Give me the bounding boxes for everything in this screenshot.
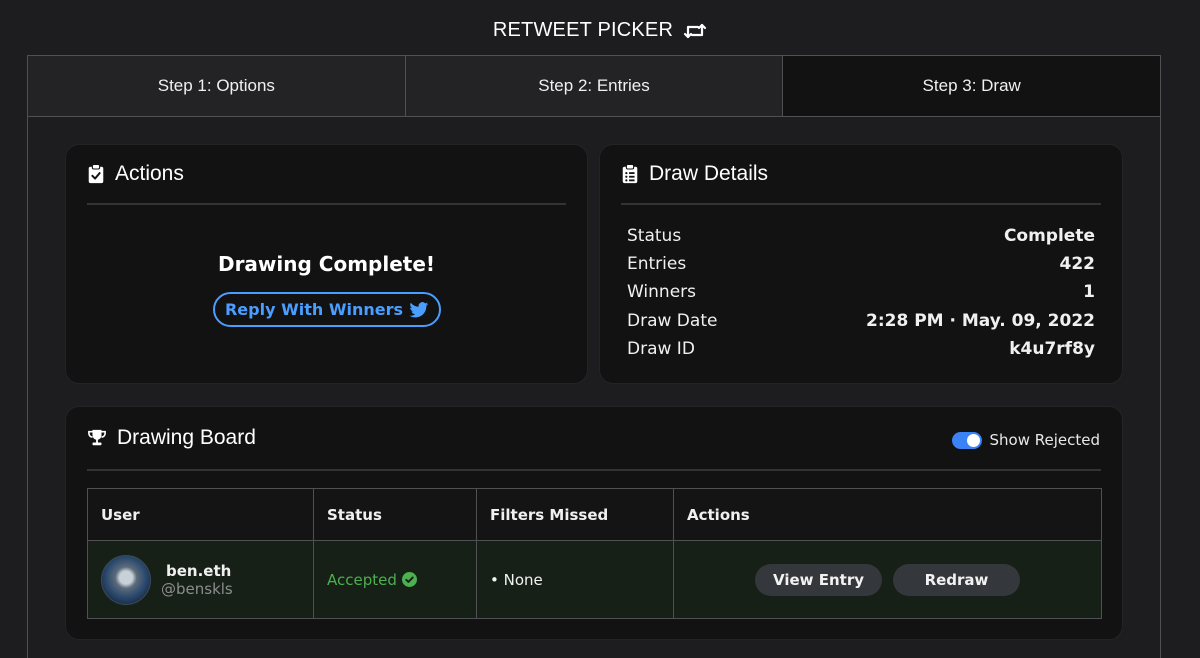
avatar[interactable] xyxy=(101,554,151,605)
column-header-status: Status xyxy=(313,488,477,541)
detail-row-entries: Entries 422 xyxy=(627,252,1095,276)
user-display-name: ben.eth xyxy=(166,561,232,580)
detail-row-status: Status Complete xyxy=(627,224,1095,248)
column-header-filters-missed: Filters Missed xyxy=(476,488,674,541)
drawing-board-header: Drawing Board xyxy=(87,426,256,450)
detail-row-winners: Winners 1 xyxy=(627,280,1095,304)
tab-step-1-options[interactable]: Step 1: Options xyxy=(28,56,405,116)
user-handle[interactable]: @benskls xyxy=(161,580,233,598)
check-circle-icon xyxy=(401,572,417,587)
column-header-actions: Actions xyxy=(673,488,1102,541)
detail-value: Complete xyxy=(1003,226,1095,246)
draw-details-title: Draw Details xyxy=(649,162,769,185)
detail-value: 2:28 PM · May. 09, 2022 xyxy=(866,311,1095,331)
column-header-user: User xyxy=(87,488,314,541)
app-title: RETWEET PICKER xyxy=(492,19,674,41)
view-entry-button[interactable]: View Entry xyxy=(755,563,882,596)
reply-button-label: Reply With Winners xyxy=(224,300,404,319)
detail-row-draw-date: Draw Date 2:28 PM · May. 09, 2022 xyxy=(627,309,1095,333)
user-cell: ben.eth @benskls xyxy=(87,540,314,619)
detail-label: Draw ID xyxy=(627,339,695,359)
drawing-complete-message: Drawing Complete! xyxy=(217,252,436,276)
actions-card: Actions Drawing Complete! Reply With Win… xyxy=(65,144,588,384)
clipboard-check-icon xyxy=(88,164,104,184)
actions-header: Actions xyxy=(87,162,184,186)
status-badge: Accepted xyxy=(327,571,476,589)
actions-cell: View Entry Redraw xyxy=(673,540,1102,619)
draw-details-divider xyxy=(621,203,1101,205)
filters-missed-cell: • None xyxy=(476,540,674,619)
table-row: ben.eth @benskls Accepted • None View En… xyxy=(87,540,1102,619)
retweet-icon xyxy=(684,23,707,38)
status-text: Accepted xyxy=(327,570,397,589)
app-title-bar: RETWEET PICKER xyxy=(0,19,1200,42)
tab-step-3-draw[interactable]: Step 3: Draw xyxy=(782,56,1161,116)
drawing-board-title: Drawing Board xyxy=(117,426,256,449)
redraw-button[interactable]: Redraw xyxy=(893,563,1020,596)
table-header-row: User Status Filters Missed Actions xyxy=(87,488,1102,541)
detail-label: Draw Date xyxy=(627,311,718,331)
show-rejected-control: Show Rejected xyxy=(951,431,1101,449)
show-rejected-label: Show Rejected xyxy=(989,431,1101,449)
detail-value: 422 xyxy=(1059,254,1096,274)
drawing-board-table: User Status Filters Missed Actions ben.e… xyxy=(87,488,1102,619)
detail-label: Status xyxy=(627,226,682,246)
detail-row-draw-id: Draw ID k4u7rf8y xyxy=(627,337,1095,361)
actions-title: Actions xyxy=(115,162,184,185)
detail-value: k4u7rf8y xyxy=(1009,339,1095,359)
detail-label: Entries xyxy=(627,254,687,274)
show-rejected-toggle[interactable] xyxy=(951,431,982,449)
drawing-board-divider xyxy=(87,469,1101,471)
drawing-board-card: Drawing Board Show Rejected User Status … xyxy=(65,406,1123,640)
trophy-icon xyxy=(88,429,106,446)
detail-label: Winners xyxy=(627,282,697,302)
clipboard-list-icon xyxy=(622,164,638,184)
draw-details-header: Draw Details xyxy=(621,162,768,186)
step-tabs: Step 1: Options Step 2: Entries Step 3: … xyxy=(28,56,1161,117)
tab-step-2-entries[interactable]: Step 2: Entries xyxy=(404,56,783,116)
twitter-bird-icon xyxy=(409,301,429,317)
detail-value: 1 xyxy=(1083,282,1095,302)
actions-divider xyxy=(87,203,566,205)
draw-details-card: Draw Details Status Complete Entries 422… xyxy=(599,144,1123,384)
status-cell: Accepted xyxy=(313,540,477,619)
reply-with-winners-button[interactable]: Reply With Winners xyxy=(213,292,441,327)
